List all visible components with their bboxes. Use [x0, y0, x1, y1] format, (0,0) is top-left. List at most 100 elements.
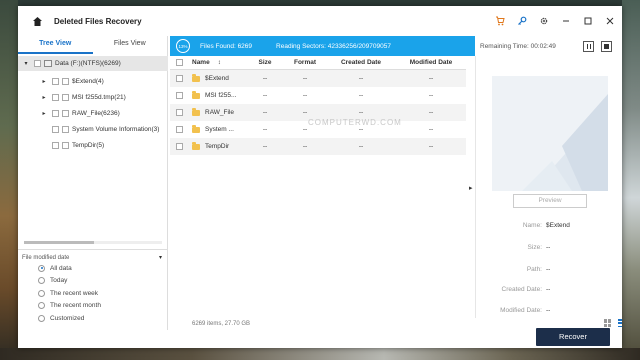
radio-button[interactable]: [38, 302, 45, 310]
file-name: $Extend: [205, 75, 229, 82]
file-size: --: [262, 143, 268, 150]
filter-option-recent-month[interactable]: The recent month: [18, 300, 168, 313]
tab-files-view[interactable]: Files View: [93, 36, 168, 54]
maximize-icon[interactable]: [581, 14, 594, 27]
folder-checkbox[interactable]: [62, 126, 69, 133]
folder-icon: [192, 91, 200, 99]
tree-checkbox[interactable]: [52, 142, 59, 149]
recover-button[interactable]: Recover: [536, 328, 610, 346]
filter-title: File modified date: [22, 254, 70, 261]
row-checkbox[interactable]: [176, 126, 183, 133]
row-checkbox[interactable]: [176, 92, 183, 99]
file-format: --: [302, 75, 308, 82]
tree-item-extend[interactable]: ▸ $Extend(4): [18, 74, 168, 89]
filter-option-customized[interactable]: Customized: [18, 312, 168, 325]
radio-label: Customized: [50, 314, 85, 322]
table-row[interactable]: TempDir -- -- -- --: [170, 138, 466, 155]
folder-checkbox[interactable]: [62, 78, 69, 85]
tree-item-raw[interactable]: ▸ RAW_File(6236): [18, 106, 168, 121]
prop-value: --: [546, 307, 551, 314]
select-all-checkbox[interactable]: [176, 59, 183, 66]
table-row[interactable]: MSI f255... -- -- -- --: [170, 87, 466, 104]
collapse-arrow-icon[interactable]: ▾: [22, 60, 30, 67]
prop-key: Name:: [522, 222, 542, 229]
tree-item-tempdir[interactable]: TempDir(5): [18, 138, 168, 153]
preview-panel: Preview Name: $Extend Size: -- Path: -- …: [475, 56, 622, 318]
column-name[interactable]: Name ↕: [192, 59, 246, 66]
folder-checkbox[interactable]: [62, 94, 69, 101]
tree-checkbox[interactable]: [34, 60, 41, 67]
grid-view-icon[interactable]: [604, 319, 612, 327]
radio-button[interactable]: [38, 289, 45, 297]
tree-checkbox[interactable]: [52, 78, 59, 85]
panel-toggle-arrow-icon[interactable]: ▸: [469, 184, 473, 192]
tree-item-label: Data (F:)(NTFS)(6269): [55, 60, 121, 67]
scan-status-bar: 13% Files Found: 6269 Reading Sectors: 4…: [170, 36, 475, 56]
tree-item-label: TempDir(5): [72, 142, 105, 149]
tree-item-system-volume[interactable]: System Volume Information(3): [18, 122, 168, 137]
tree-item-label: MSI f255d.tmp(21): [72, 94, 126, 101]
close-icon[interactable]: [603, 14, 616, 27]
file-format: --: [302, 143, 308, 150]
drive-icon: [44, 60, 52, 67]
folder-icon: [192, 142, 200, 150]
minimize-icon[interactable]: [559, 14, 572, 27]
expand-arrow-icon[interactable]: ▸: [40, 94, 48, 101]
settings-icon[interactable]: [537, 14, 550, 27]
column-size[interactable]: Size: [246, 59, 284, 66]
file-size: --: [262, 109, 268, 116]
file-format: --: [302, 92, 308, 99]
tree-checkbox[interactable]: [52, 94, 59, 101]
sort-icon[interactable]: ↕: [218, 60, 221, 66]
prop-key: Created Date:: [501, 286, 542, 293]
home-icon[interactable]: [30, 14, 44, 28]
tree-checkbox[interactable]: [52, 110, 59, 117]
items-count: 6269 items, 27.70 GB: [192, 321, 251, 327]
folder-checkbox[interactable]: [62, 110, 69, 117]
folder-icon: [192, 74, 200, 82]
left-panel: Tree View Files View ▾ Data (F:)(NTFS)(6…: [18, 36, 168, 330]
tab-tree-view[interactable]: Tree View: [18, 36, 93, 54]
tree-horizontal-scrollbar[interactable]: [24, 241, 162, 244]
stop-button[interactable]: [601, 41, 612, 52]
column-format[interactable]: Format: [284, 59, 326, 66]
filter-option-recent-week[interactable]: The recent week: [18, 287, 168, 300]
watermark: COMPUTERWD.COM: [308, 118, 402, 127]
date-filter: File modified date ▾ All data Today The …: [18, 249, 168, 330]
radio-button[interactable]: [38, 277, 45, 285]
folder-checkbox[interactable]: [62, 142, 69, 149]
tree-item-drive[interactable]: ▾ Data (F:)(NTFS)(6269): [18, 56, 168, 71]
radio-button[interactable]: [38, 264, 45, 272]
column-modified-date[interactable]: Modified Date: [396, 59, 466, 66]
expand-arrow-icon[interactable]: ▸: [40, 78, 48, 85]
row-checkbox[interactable]: [176, 143, 183, 150]
scrollbar-thumb[interactable]: [24, 241, 94, 244]
filter-option-all-data[interactable]: All data: [18, 262, 168, 275]
file-created-date: --: [358, 109, 364, 116]
radio-label: The recent week: [50, 289, 99, 297]
cart-icon[interactable]: [493, 14, 506, 27]
radio-button[interactable]: [38, 314, 45, 322]
chevron-down-icon[interactable]: ▾: [159, 254, 162, 261]
app-window: Deleted Files Recovery Tree View Files V…: [18, 6, 622, 348]
prop-value: --: [546, 266, 551, 273]
desktop-background-left: [0, 0, 18, 360]
table-row[interactable]: $Extend -- -- -- --: [170, 70, 466, 87]
expand-arrow-icon[interactable]: ▸: [40, 110, 48, 117]
row-checkbox[interactable]: [176, 75, 183, 82]
prop-value: --: [546, 244, 551, 251]
key-icon[interactable]: [515, 14, 528, 27]
filter-header[interactable]: File modified date ▾: [18, 250, 168, 262]
file-size: --: [262, 92, 268, 99]
tree-checkbox[interactable]: [52, 126, 59, 133]
list-view-icon[interactable]: [618, 319, 622, 327]
tree-item-msi[interactable]: ▸ MSI f255d.tmp(21): [18, 90, 168, 105]
title-actions: [493, 14, 616, 27]
pause-button[interactable]: [583, 41, 594, 52]
file-name: TempDir: [205, 143, 230, 150]
filter-option-today[interactable]: Today: [18, 275, 168, 288]
row-checkbox[interactable]: [176, 109, 183, 116]
column-created-date[interactable]: Created Date: [326, 59, 396, 66]
preview-prop-modified: Modified Date: --: [476, 307, 622, 314]
preview-button[interactable]: Preview: [513, 194, 587, 208]
